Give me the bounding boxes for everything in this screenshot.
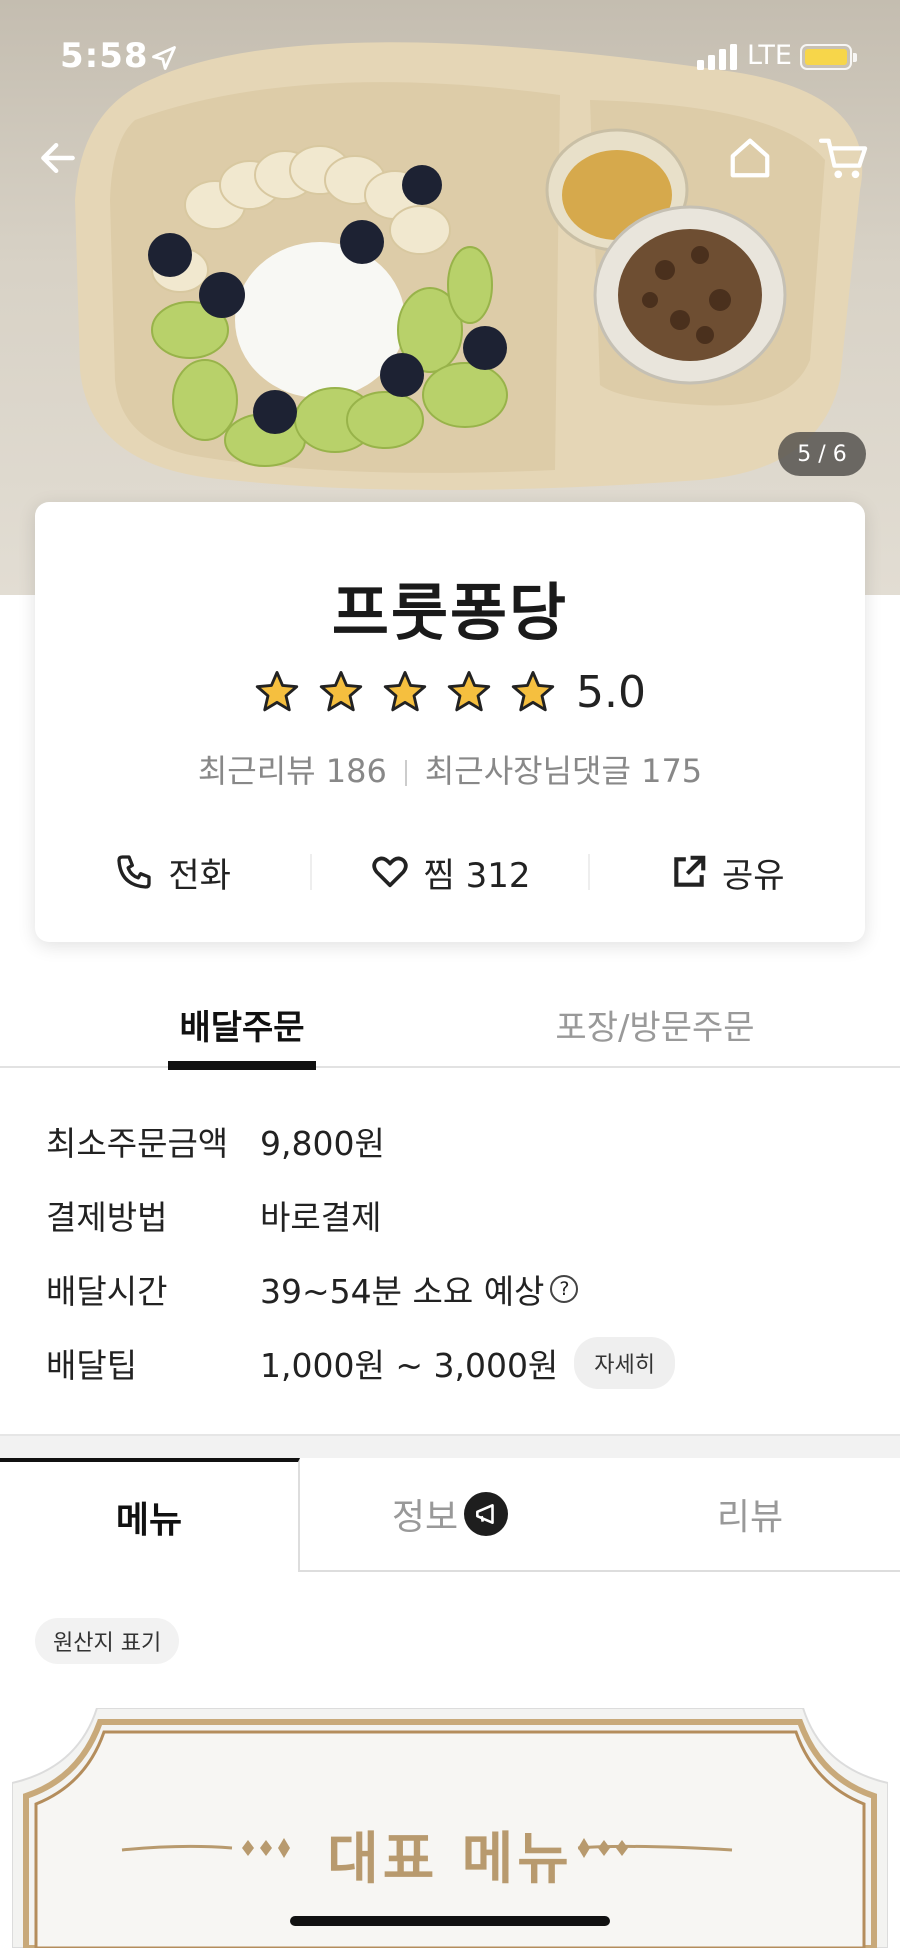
recent-reviews-link[interactable]: 최근리뷰 186 xyxy=(198,752,387,790)
min-order-value: 9,800원 xyxy=(260,1124,385,1163)
signature-menu-banner: 대표 메뉴 xyxy=(11,1707,889,1948)
image-counter: 5 / 6 xyxy=(778,432,866,476)
rating-row: 5.0 xyxy=(35,662,865,722)
favorite-label: 찜 312 xyxy=(423,855,531,896)
tab-menu-label: 메뉴 xyxy=(115,1500,183,1541)
tab-delivery-order[interactable]: 배달주문 xyxy=(168,980,316,1070)
star-rating xyxy=(254,669,556,715)
star-icon xyxy=(511,671,555,712)
tab-info-label: 정보 xyxy=(391,1497,459,1538)
help-icon[interactable]: ? xyxy=(550,1275,579,1303)
divider xyxy=(404,760,407,786)
tab-info[interactable]: 정보 xyxy=(300,1458,600,1572)
megaphone-icon xyxy=(464,1492,509,1536)
origin-label-button[interactable]: 원산지 표기 xyxy=(35,1618,180,1664)
status-bar: 5:58 LTE xyxy=(0,0,900,110)
share-label: 공유 xyxy=(722,855,785,896)
location-arrow-icon xyxy=(152,46,176,70)
order-type-tabs: 배달주문 포장/방문주문 xyxy=(0,980,900,1070)
network-label: LTE xyxy=(747,40,792,71)
store-actions: 전화 찜 312 공유 xyxy=(35,842,865,902)
star-icon xyxy=(255,671,299,712)
call-label: 전화 xyxy=(168,855,231,896)
star-icon xyxy=(383,671,427,712)
battery-icon xyxy=(800,44,857,70)
delivery-tip-label: 배달팁 xyxy=(46,1346,138,1385)
banner-title: 대표 메뉴 xyxy=(327,1827,573,1892)
call-button[interactable]: 전화 xyxy=(35,848,310,897)
tab-pickup-label: 포장/방문주문 xyxy=(555,1007,755,1048)
home-icon xyxy=(730,138,770,178)
tab-menu[interactable]: 메뉴 xyxy=(0,1458,300,1572)
tab-review[interactable]: 리뷰 xyxy=(600,1458,900,1572)
star-icon xyxy=(319,671,363,712)
back-arrow-icon xyxy=(41,142,75,174)
payment-value: 바로결제 xyxy=(260,1198,382,1237)
heart-icon xyxy=(371,856,408,888)
home-indicator xyxy=(290,1916,610,1926)
delivery-time-label: 배달시간 xyxy=(46,1272,168,1311)
store-name: 프룻퐁당 xyxy=(331,576,569,649)
min-order-label: 최소주문금액 xyxy=(46,1124,229,1163)
min-order-row: 최소주문금액 9,800원 xyxy=(46,1116,385,1166)
cart-button[interactable] xyxy=(814,130,874,186)
delivery-time-value: 39~54분 소요 예상 xyxy=(260,1272,545,1311)
store-info-card: 프룻퐁당 5.0 최근리뷰 186 최근사장님댓글 175 전화 찜 312 공유 xyxy=(35,502,865,942)
signal-icon xyxy=(697,44,737,70)
delivery-time-row: 배달시간 39~54분 소요 예상 ? xyxy=(46,1264,579,1314)
tip-detail-button[interactable]: 자세히 xyxy=(574,1337,676,1389)
home-button[interactable] xyxy=(722,130,778,186)
delivery-info: 최소주문금액 9,800원 결제방법 바로결제 배달시간 39~54분 소요 예… xyxy=(0,1068,900,1434)
phone-icon xyxy=(117,855,152,889)
cart-icon xyxy=(819,138,868,179)
delivery-tip-value: 1,000원 ~ 3,000원 xyxy=(260,1346,559,1385)
owner-replies-link[interactable]: 최근사장님댓글 175 xyxy=(425,752,702,790)
tab-pickup-order[interactable]: 포장/방문주문 xyxy=(545,980,765,1068)
share-icon xyxy=(674,855,706,887)
payment-label: 결제방법 xyxy=(46,1198,168,1237)
review-stats: 최근리뷰 186 최근사장님댓글 175 xyxy=(35,746,865,792)
payment-row: 결제방법 바로결제 xyxy=(46,1190,381,1240)
content-tabs: 메뉴 정보 리뷰 xyxy=(0,1458,900,1572)
favorite-button[interactable]: 찜 312 xyxy=(312,848,587,897)
star-icon xyxy=(447,671,491,712)
back-button[interactable] xyxy=(30,130,86,186)
rating-value: 5.0 xyxy=(576,666,646,718)
tab-delivery-label: 배달주문 xyxy=(179,1007,305,1048)
share-button[interactable]: 공유 xyxy=(590,848,865,897)
section-divider xyxy=(0,1434,900,1458)
delivery-tip-row: 배달팁 1,000원 ~ 3,000원 자세히 xyxy=(46,1337,676,1389)
status-time: 5:58 xyxy=(60,36,149,76)
tab-review-label: 리뷰 xyxy=(716,1497,784,1538)
